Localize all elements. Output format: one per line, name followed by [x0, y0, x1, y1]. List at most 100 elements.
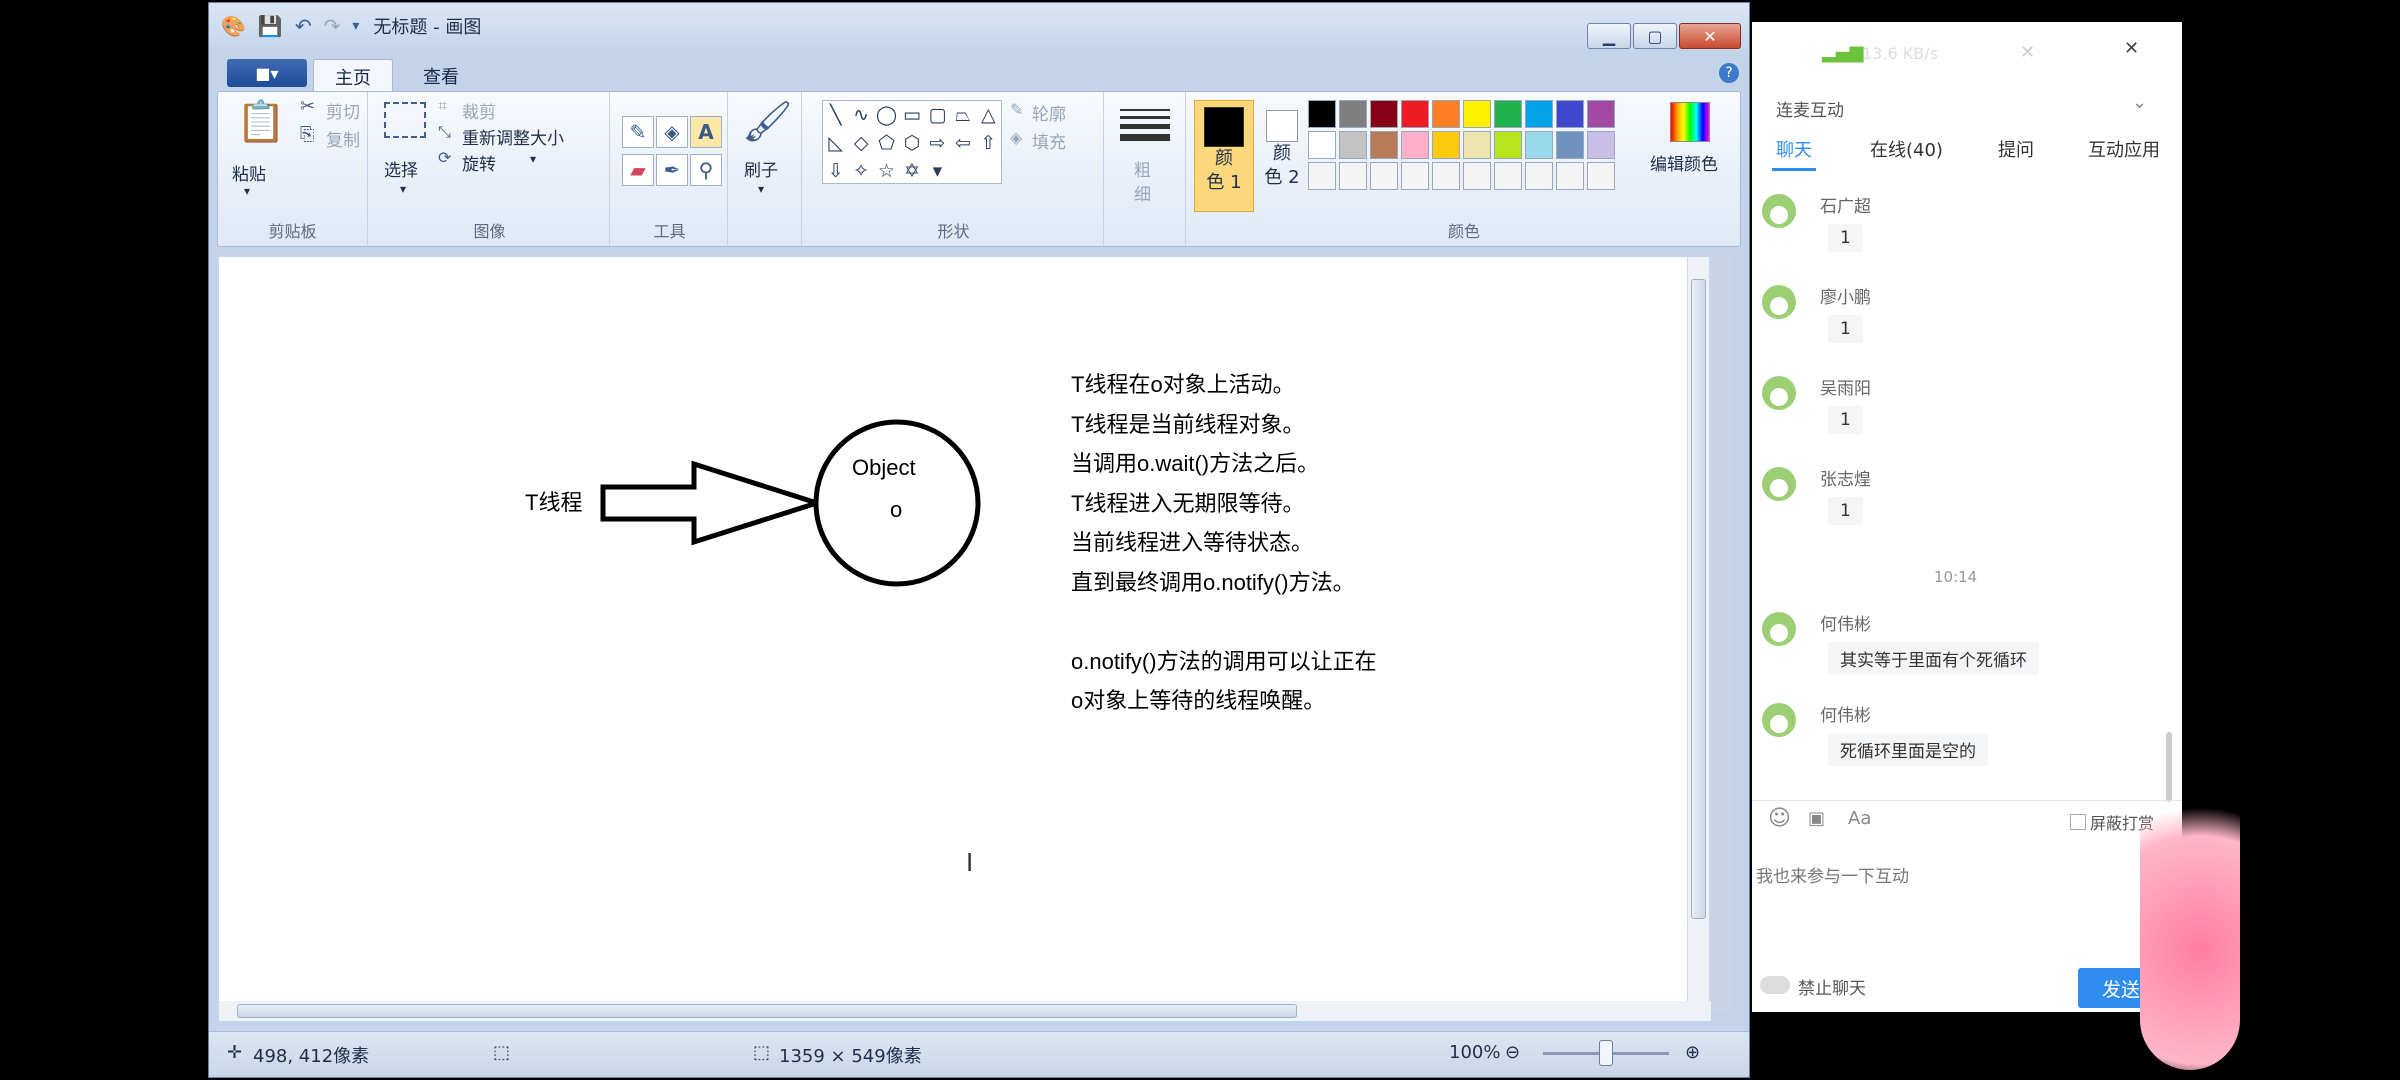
- resize-button[interactable]: 重新调整大小: [462, 124, 564, 149]
- palette-swatch[interactable]: [1401, 162, 1429, 190]
- select-icon[interactable]: [384, 102, 426, 138]
- pencil-icon[interactable]: ✎: [622, 116, 654, 148]
- palette-swatch[interactable]: [1308, 100, 1336, 128]
- fill-bucket-icon[interactable]: ◈: [656, 116, 688, 148]
- palette-swatch[interactable]: [1401, 100, 1429, 128]
- customize-toolbar-icon[interactable]: ▾: [352, 18, 359, 34]
- magnifier-icon[interactable]: ⚲: [690, 154, 722, 186]
- chat-tab-chat[interactable]: 聊天: [1776, 136, 1812, 162]
- palette-swatch[interactable]: [1370, 162, 1398, 190]
- shape-diamond-icon[interactable]: ◇: [848, 129, 873, 157]
- close-button[interactable]: ✕: [1679, 23, 1741, 49]
- palette-swatch[interactable]: [1494, 131, 1522, 159]
- shape-triangle-icon[interactable]: △: [976, 101, 1001, 129]
- palette-swatch[interactable]: [1463, 131, 1491, 159]
- shape-rectangle-icon[interactable]: ▭: [899, 101, 924, 129]
- shape-hexagon-icon[interactable]: ⬡: [899, 129, 924, 157]
- paste-dropdown-icon[interactable]: ▾: [244, 184, 250, 198]
- palette-swatch[interactable]: [1432, 100, 1460, 128]
- shape-pentagon-icon[interactable]: ⬠: [874, 129, 899, 157]
- select-button[interactable]: 选择: [384, 156, 418, 181]
- chat-tab-question[interactable]: 提问: [1998, 136, 2034, 162]
- palette-swatch[interactable]: [1432, 131, 1460, 159]
- drawing-canvas[interactable]: T线程 Object o T线程在o对象上活动。 T线程是当前线程对象。 当调用o.…: [219, 257, 1709, 1001]
- chat-tab-online[interactable]: 在线(40): [1870, 136, 1943, 162]
- help-icon[interactable]: ?: [1719, 63, 1739, 83]
- collapse-icon[interactable]: ✕: [2124, 38, 2139, 59]
- brush-icon[interactable]: 🖌: [742, 98, 793, 145]
- palette-swatch[interactable]: [1308, 162, 1336, 190]
- palette-swatch[interactable]: [1339, 100, 1367, 128]
- chevron-down-icon[interactable]: ⌄: [2132, 92, 2147, 113]
- zoom-in-button[interactable]: ⊕: [1685, 1042, 1700, 1063]
- palette-swatch[interactable]: [1587, 100, 1615, 128]
- maximize-button[interactable]: ▢: [1633, 23, 1677, 49]
- copy-button[interactable]: 复制: [326, 126, 360, 151]
- palette-swatch[interactable]: [1587, 162, 1615, 190]
- paste-icon[interactable]: 📋: [236, 98, 286, 145]
- font-icon[interactable]: Aa: [1848, 808, 1871, 829]
- shape-curve-icon[interactable]: ∿: [848, 101, 873, 129]
- fill-button[interactable]: 填充: [1032, 128, 1066, 153]
- crop-button[interactable]: 裁剪: [462, 98, 496, 123]
- size-lines-icon[interactable]: [1120, 104, 1170, 146]
- palette-swatch[interactable]: [1463, 100, 1491, 128]
- undo-icon[interactable]: ↶: [295, 14, 312, 38]
- chat-tab-apps[interactable]: 互动应用: [2088, 136, 2160, 162]
- zoom-slider-handle[interactable]: [1599, 1040, 1613, 1066]
- tab-home[interactable]: 主页: [313, 59, 393, 93]
- redo-icon[interactable]: ↷: [324, 14, 341, 38]
- eraser-icon[interactable]: ▰: [622, 154, 654, 186]
- image-icon[interactable]: ▣: [1808, 808, 1825, 829]
- brushes-button[interactable]: 刷子: [744, 156, 778, 181]
- chat-input[interactable]: 我也来参与一下互动: [1756, 862, 1909, 887]
- palette-swatch[interactable]: [1525, 162, 1553, 190]
- palette-swatch[interactable]: [1432, 162, 1460, 190]
- shape-left-arrow-icon[interactable]: ⇦: [950, 129, 975, 157]
- shape-callout-icon[interactable]: ▾: [925, 157, 950, 185]
- cut-button[interactable]: 剪切: [326, 98, 360, 123]
- palette-swatch[interactable]: [1494, 100, 1522, 128]
- horizontal-scroll-thumb[interactable]: [237, 1004, 1297, 1018]
- size-label-1[interactable]: 粗: [1134, 156, 1151, 181]
- shape-right-triangle-icon[interactable]: ◺: [823, 129, 848, 157]
- vertical-scroll-thumb[interactable]: [1691, 279, 1706, 919]
- palette-swatch[interactable]: [1587, 131, 1615, 159]
- rotate-button[interactable]: 旋转: [462, 150, 496, 175]
- edit-colors-button[interactable]: 编辑颜色: [1650, 150, 1718, 175]
- minimize-button[interactable]: ▁: [1587, 23, 1631, 49]
- horizontal-scrollbar[interactable]: [219, 1001, 1711, 1021]
- paste-button[interactable]: 粘贴: [232, 160, 266, 185]
- palette-swatch[interactable]: [1556, 131, 1584, 159]
- palette-swatch[interactable]: [1339, 162, 1367, 190]
- tab-view[interactable]: 查看: [397, 59, 485, 93]
- select-dropdown-icon[interactable]: ▾: [400, 182, 406, 196]
- color-picker-icon[interactable]: ✒: [656, 154, 688, 186]
- shape-line-icon[interactable]: ╲: [823, 101, 848, 129]
- shape-polygon-icon[interactable]: ⏢: [950, 101, 975, 129]
- brushes-dropdown-icon[interactable]: ▾: [758, 182, 764, 196]
- shape-star6-icon[interactable]: ✡: [899, 157, 924, 185]
- palette-swatch[interactable]: [1308, 131, 1336, 159]
- save-icon[interactable]: 💾: [258, 14, 283, 38]
- rotate-dropdown-icon[interactable]: ▾: [530, 152, 536, 166]
- shape-star4-icon[interactable]: ✧: [848, 157, 873, 185]
- shape-up-arrow-icon[interactable]: ⇧: [976, 129, 1001, 157]
- outline-button[interactable]: 轮廓: [1032, 100, 1066, 125]
- edit-colors-icon[interactable]: [1670, 102, 1710, 142]
- palette-swatch[interactable]: [1494, 162, 1522, 190]
- palette-swatch[interactable]: [1525, 131, 1553, 159]
- size-label-2[interactable]: 细: [1134, 180, 1151, 205]
- palette-swatch[interactable]: [1556, 100, 1584, 128]
- palette-swatch[interactable]: [1339, 131, 1367, 159]
- shape-rounded-rect-icon[interactable]: ▢: [925, 101, 950, 129]
- palette-swatch[interactable]: [1463, 162, 1491, 190]
- color1-button[interactable]: 颜 色 1: [1194, 100, 1254, 212]
- shield-checkbox[interactable]: [2070, 814, 2086, 830]
- palette-swatch[interactable]: [1556, 162, 1584, 190]
- close-overlay-icon[interactable]: ✕: [2020, 42, 2035, 63]
- palette-swatch[interactable]: [1401, 131, 1429, 159]
- shape-oval-icon[interactable]: ◯: [874, 101, 899, 129]
- palette-swatch[interactable]: [1370, 131, 1398, 159]
- zoom-out-button[interactable]: ⊖: [1505, 1042, 1520, 1063]
